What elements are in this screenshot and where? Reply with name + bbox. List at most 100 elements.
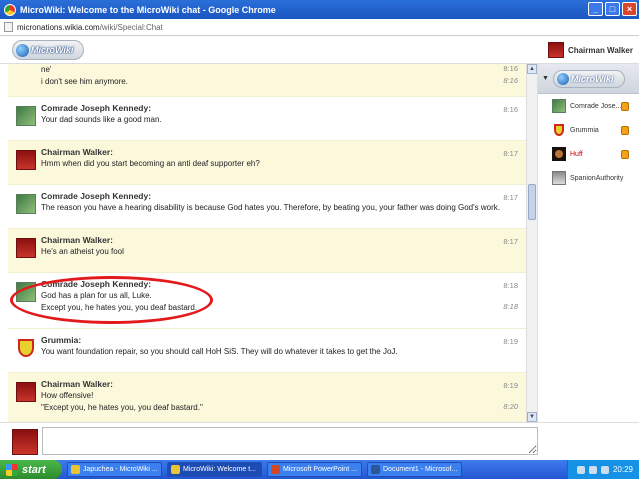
staff-badge-icon — [621, 101, 629, 111]
system-tray: 20:29 — [567, 460, 639, 479]
user-name: Grummia — [570, 126, 599, 134]
staff-badge-icon — [621, 149, 629, 159]
chat-message: Comrade Joseph Kennedy: God has a plan fo… — [8, 273, 526, 329]
message-timestamp: 8:17 — [503, 149, 518, 158]
maximize-button[interactable]: □ — [605, 2, 620, 16]
message-author[interactable]: Chairman Walker: — [41, 147, 526, 158]
tray-icon[interactable] — [600, 465, 609, 474]
chat-header: MicroWiki Chairman Walker — [0, 36, 639, 64]
user-list: ▼ MicroWiki Comrade Jose... Grummia Huff Sp… — [537, 64, 639, 422]
start-button[interactable]: start — [0, 460, 62, 479]
taskbar-tasks: Japuchea - MicroWiki ... MicroWiki: Welco… — [62, 462, 462, 477]
clock[interactable]: 20:29 — [613, 465, 633, 474]
message-avatar[interactable] — [16, 238, 36, 258]
close-button[interactable]: × — [622, 2, 637, 16]
task-label: Document1 - Microsof... — [383, 466, 458, 473]
message-timestamp: 8:20 — [503, 402, 518, 411]
task-label: Japuchea - MicroWiki ... — [83, 466, 158, 473]
user-avatar — [552, 123, 566, 137]
chat-message: Chairman Walker: How offensive! "Except yo… — [8, 373, 526, 422]
chat-messages[interactable]: ne' i don't see him anymore. 8:16 8:16 Comra… — [8, 64, 526, 422]
chat-message: Comrade Joseph Kennedy: Your dad sounds l… — [8, 97, 526, 141]
user-name: SpanionAuthority — [570, 174, 624, 182]
message-avatar[interactable] — [16, 194, 36, 214]
message-timestamp: 8:17 — [503, 237, 518, 246]
chat-message: Comrade Joseph Kennedy: The reason you ha… — [8, 185, 526, 229]
message-author[interactable]: Comrade Joseph Kennedy: — [41, 103, 526, 114]
message-timestamp: 8:16 — [503, 64, 518, 73]
page-icon — [4, 22, 13, 32]
message-avatar[interactable] — [16, 338, 36, 358]
current-user[interactable]: Chairman Walker — [547, 40, 633, 60]
chrome-icon — [4, 3, 16, 16]
message-text: God has a plan for us all, Luke. — [41, 291, 152, 300]
taskbar-task[interactable]: Japuchea - MicroWiki ... — [67, 462, 162, 477]
current-user-name: Chairman Walker — [567, 45, 633, 55]
windows-taskbar: start Japuchea - MicroWiki ... MicroWiki:… — [0, 460, 639, 479]
taskbar-task[interactable]: MicroWiki: Welcome t... — [167, 462, 262, 477]
message-avatar[interactable] — [16, 106, 36, 126]
message-text: He's an atheist you fool — [41, 247, 124, 256]
user-name: Huff — [570, 150, 583, 158]
globe-icon — [16, 43, 29, 57]
address-bar[interactable]: micronations.wikia.com /wiki/Special:Cha… — [0, 19, 639, 36]
task-label: Microsoft PowerPoint ... — [283, 466, 357, 473]
message-text: The reason you have a hearing disability… — [41, 203, 500, 212]
message-timestamp: 8:19 — [503, 337, 518, 346]
wiki-logo[interactable]: MicroWiki — [12, 40, 84, 60]
user-list-item[interactable]: SpanionAuthority — [538, 166, 639, 190]
message-author[interactable]: Comrade Joseph Kennedy: — [41, 191, 526, 202]
scroll-up-arrow-icon[interactable]: ▲ — [527, 64, 537, 74]
staff-badge-icon — [621, 125, 629, 135]
user-list-header[interactable]: ▼ MicroWiki — [538, 64, 639, 94]
message-author[interactable]: Grummia: — [41, 335, 526, 346]
chat-input-field[interactable] — [42, 427, 538, 455]
message-author[interactable]: Chairman Walker: — [41, 235, 526, 246]
taskbar-task[interactable]: Document1 - Microsof... — [367, 462, 462, 477]
message-text: "Except you, he hates you, you deaf bast… — [41, 403, 203, 412]
tray-icon[interactable] — [588, 465, 597, 474]
message-text: Your dad sounds like a good man. — [41, 115, 162, 124]
message-timestamp: 8:16 — [503, 105, 518, 114]
user-list-logo: MicroWiki — [552, 69, 625, 88]
message-avatar[interactable] — [16, 382, 36, 402]
message-text: You want foundation repair, so you shoul… — [41, 347, 398, 356]
scroll-thumb[interactable] — [528, 184, 536, 220]
task-app-icon — [371, 465, 380, 474]
chat-message: Chairman Walker: Hmm when did you start b… — [8, 141, 526, 185]
user-list-logo-text: MicroWiki — [570, 73, 614, 84]
user-list-item[interactable]: Comrade Jose... — [538, 94, 639, 118]
current-user-avatar — [547, 42, 564, 58]
url-path: /wiki/Special:Chat — [99, 22, 163, 32]
chat-message: ne' i don't see him anymore. 8:16 8:16 — [8, 64, 526, 97]
message-text: Hmm when did you start becoming an anti … — [41, 159, 260, 168]
message-timestamp: 8:16 — [503, 76, 518, 85]
logo-text: MicroWiki — [31, 45, 74, 55]
chat-scrollbar[interactable]: ▲ ▼ — [526, 64, 537, 422]
user-list-items: Comrade Jose... Grummia Huff SpanionAuthori… — [538, 94, 639, 190]
message-avatar[interactable] — [16, 282, 36, 302]
globe-icon — [556, 72, 569, 85]
task-app-icon — [171, 465, 180, 474]
message-author[interactable]: Comrade Joseph Kennedy: — [41, 279, 526, 290]
chat-input-bar — [0, 422, 639, 460]
input-user-avatar — [12, 429, 38, 455]
user-avatar — [552, 171, 566, 185]
user-list-item[interactable]: Grummia — [538, 118, 639, 142]
user-name: Comrade Jose... — [570, 102, 622, 110]
window-controls: _ □ × — [588, 2, 637, 16]
message-text: Except you, he hates you, you deaf basta… — [41, 303, 198, 312]
scroll-down-arrow-icon[interactable]: ▼ — [527, 412, 537, 422]
message-timestamp: 8:18 — [503, 302, 518, 311]
message-author[interactable]: Chairman Walker: — [41, 379, 526, 390]
tray-icon[interactable] — [576, 465, 585, 474]
message-avatar[interactable] — [16, 150, 36, 170]
taskbar-task[interactable]: Microsoft PowerPoint ... — [267, 462, 362, 477]
minimize-button[interactable]: _ — [588, 2, 603, 16]
window-title-bar[interactable]: MicroWiki: Welcome to the MicroWiki chat… — [0, 0, 639, 19]
message-timestamp: 8:19 — [503, 381, 518, 390]
user-list-item[interactable]: Huff — [538, 142, 639, 166]
message-timestamp: 8:17 — [503, 193, 518, 202]
message-text: How offensive! — [41, 391, 94, 400]
chevron-down-icon[interactable]: ▼ — [542, 75, 549, 82]
